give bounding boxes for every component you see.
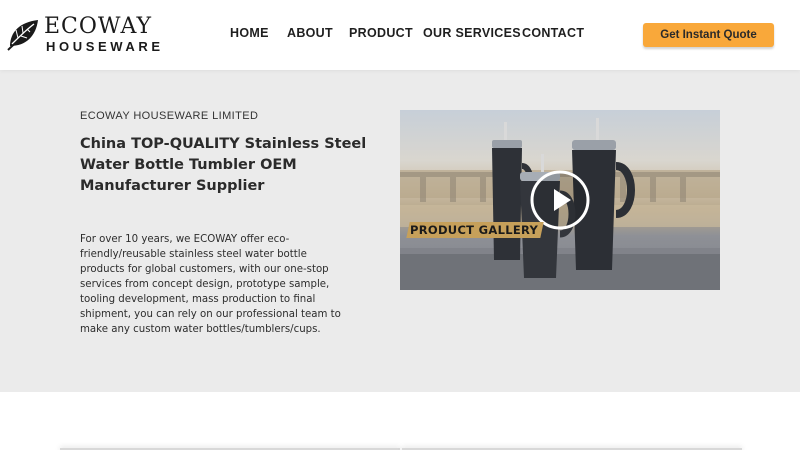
nav-about[interactable]: ABOUT xyxy=(287,26,333,40)
company-name: ECOWAY HOUSEWARE LIMITED xyxy=(80,110,259,122)
nav-product[interactable]: PRODUCT xyxy=(349,26,413,40)
product-video[interactable]: PRODUCT GALLERY xyxy=(400,110,720,290)
hero-description: For over 10 years, we ECOWAY offer eco-f… xyxy=(80,234,341,335)
nav-our-services[interactable]: OUR SERVICES xyxy=(423,26,521,40)
hero-section: ECOWAY HOUSEWARE LIMITED China TOP-QUALI… xyxy=(0,70,800,392)
content-section xyxy=(0,392,800,450)
nav-home[interactable]: HOME xyxy=(230,26,269,40)
product-gallery-label: PRODUCT GALLERY xyxy=(410,223,539,237)
hero-headline: China TOP-QUALITY Stainless Steel Water … xyxy=(80,136,367,194)
nav-contact[interactable]: CONTACT xyxy=(522,26,584,40)
get-instant-quote-button[interactable]: Get Instant Quote xyxy=(643,23,774,47)
site-header: ECOWAY HOUSEWARE HOME ABOUT PRODUCT OUR … xyxy=(0,0,800,70)
